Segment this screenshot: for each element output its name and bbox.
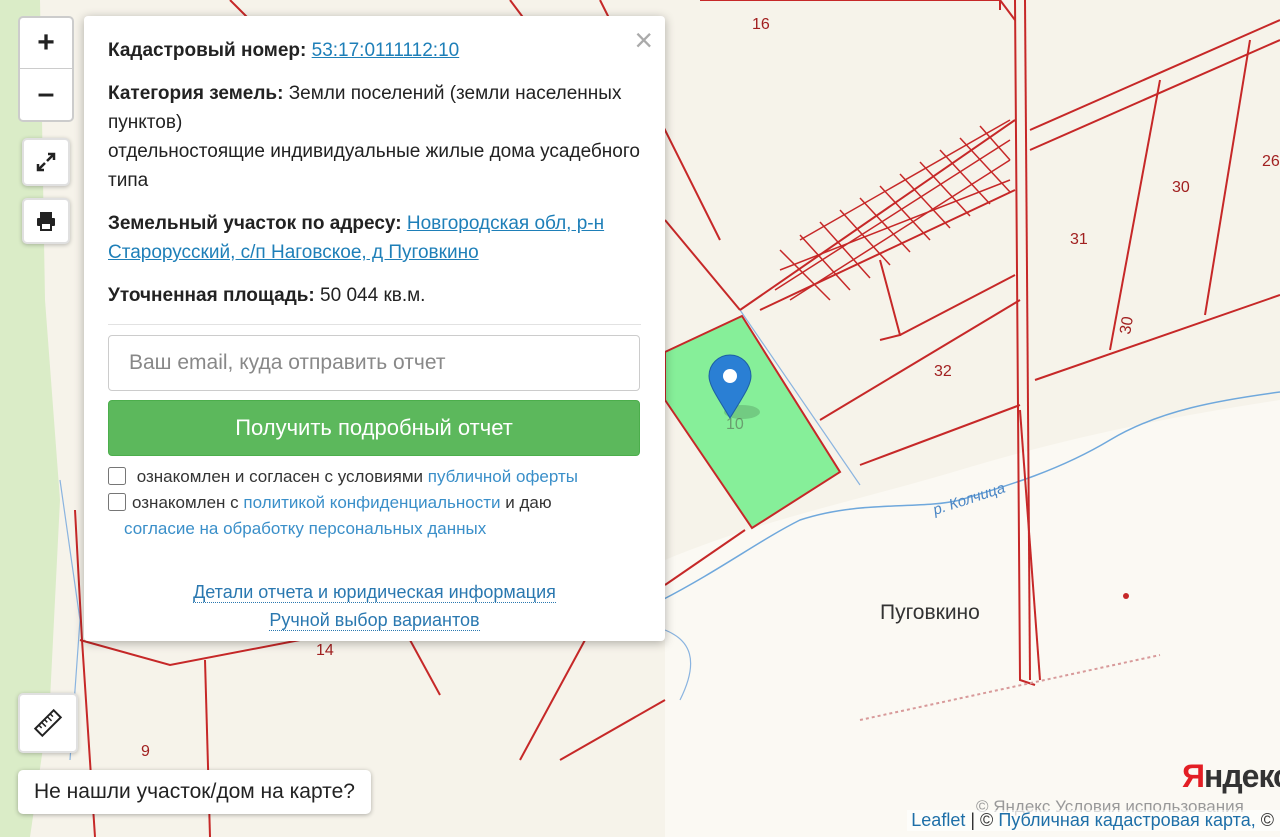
zoom-control: + –	[18, 16, 74, 122]
agreements: ознакомлен и согласен с условиями публич…	[108, 464, 641, 542]
yandex-logo-first: Я	[1182, 758, 1205, 794]
address-row: Земельный участок по адресу: Новгородска…	[108, 209, 641, 267]
parcel-label-14: 14	[316, 642, 334, 659]
agree-privacy-text: ознакомлен с	[132, 493, 239, 512]
parcel-label-9: 9	[141, 743, 150, 760]
agree-privacy-mid: и даю	[505, 493, 552, 512]
fullscreen-button[interactable]	[22, 138, 70, 186]
parcel-info-popup: × Кадастровый номер: 53:17:0111112:10 Ка…	[84, 16, 665, 641]
zoom-in-button[interactable]: +	[20, 18, 72, 68]
printer-icon	[37, 212, 55, 231]
measure-button[interactable]	[18, 693, 78, 753]
area-value: 50 044 кв.м.	[320, 285, 426, 306]
cadastral-map-link[interactable]: Публичная кадастровая карта,	[998, 810, 1255, 830]
close-icon[interactable]: ×	[634, 24, 653, 56]
parcel-label-32: 32	[934, 363, 952, 380]
divider	[108, 324, 641, 325]
cadastral-label: Кадастровый номер:	[108, 40, 307, 61]
agree-offer-checkbox[interactable]	[108, 467, 126, 485]
agree-privacy-checkbox[interactable]	[108, 493, 126, 511]
area-label: Уточненная площадь:	[108, 285, 315, 306]
agree-privacy-row: ознакомлен с политикой конфиденциальност…	[108, 490, 641, 542]
personal-data-consent-link[interactable]: согласие на обработку персональных данны…	[124, 519, 486, 538]
parcel-label-30b: 30	[1117, 315, 1137, 336]
parcel-label-31: 31	[1070, 231, 1088, 248]
area-row: Уточненная площадь: 50 044 кв.м.	[108, 281, 641, 310]
parcel-label-30a: 30	[1172, 179, 1190, 196]
print-button[interactable]	[22, 198, 70, 244]
expand-icon	[36, 152, 56, 172]
privacy-policy-link[interactable]: политикой конфиденциальности	[243, 493, 500, 512]
parcel-label-16: 16	[752, 16, 770, 33]
leaflet-link[interactable]: Leaflet	[911, 810, 965, 830]
attribution-sep: | ©	[970, 810, 994, 830]
attribution-copy: ©	[1260, 810, 1274, 830]
village-label: Пуговкино	[880, 601, 980, 624]
agree-offer-text: ознакомлен и согласен с условиями	[136, 467, 424, 486]
address-label: Земельный участок по адресу:	[108, 213, 402, 234]
yandex-logo[interactable]: Яндекс	[1182, 758, 1280, 795]
manual-selection-link[interactable]: Ручной выбор вариантов	[269, 610, 480, 631]
zoom-out-button[interactable]: –	[20, 68, 72, 119]
category-label: Категория земель:	[108, 83, 284, 104]
bottom-links: Детали отчета и юридическая информация Р…	[108, 578, 641, 634]
yandex-logo-rest: ндекс	[1204, 758, 1280, 794]
usage-text: отдельностоящие индивидуальные жилые дом…	[108, 141, 640, 191]
email-input[interactable]	[108, 335, 640, 391]
agree-offer-row: ознакомлен и согласен с условиями публич…	[108, 464, 641, 490]
category-row: Категория земель: Земли поселений (земли…	[108, 79, 641, 195]
parcel-label-26: 26	[1262, 153, 1280, 170]
public-offer-link[interactable]: публичной оферты	[428, 467, 578, 486]
cadastral-number-link[interactable]: 53:17:0111112:10	[312, 40, 460, 61]
cadastral-row: Кадастровый номер: 53:17:0111112:10	[108, 36, 641, 65]
ruler-icon	[33, 708, 63, 738]
not-found-button[interactable]: Не нашли участок/дом на карте?	[18, 770, 371, 814]
report-details-link[interactable]: Детали отчета и юридическая информация	[193, 582, 556, 603]
get-report-button[interactable]: Получить подробный отчет	[108, 400, 640, 456]
attribution: Leaflet | © Публичная кадастровая карта,…	[907, 810, 1280, 831]
